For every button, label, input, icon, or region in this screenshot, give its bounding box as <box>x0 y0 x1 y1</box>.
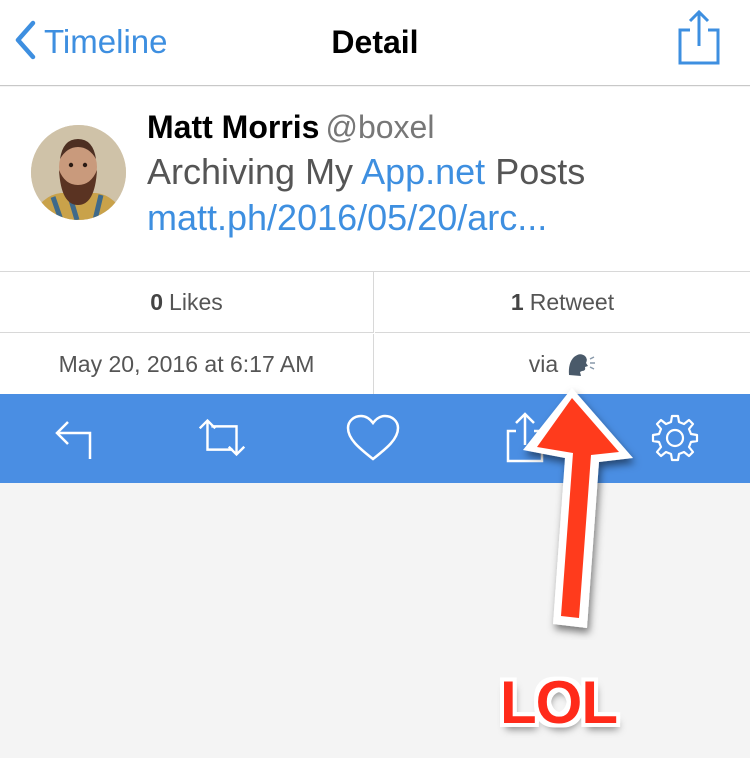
timestamp: May 20, 2016 at 6:17 AM <box>0 334 374 394</box>
likes-cell[interactable]: 0 Likes <box>0 272 374 333</box>
tweet-url-link[interactable]: matt.ph/2016/05/20/arc... <box>147 197 547 239</box>
retweet-icon[interactable] <box>192 410 252 466</box>
appnet-link[interactable]: App.net <box>361 151 485 192</box>
likes-count: 0 <box>150 288 164 315</box>
retweets-count: 1 <box>510 288 524 315</box>
share-icon[interactable] <box>675 8 723 68</box>
retweets-cell[interactable]: 1 Retweet <box>375 272 750 333</box>
navigation-bar: Timeline Detail <box>0 0 750 86</box>
heart-icon[interactable] <box>343 410 403 466</box>
avatar[interactable] <box>31 125 126 220</box>
tweet-text-suffix: Posts <box>485 151 586 192</box>
page-title: Detail <box>331 24 419 60</box>
author-name[interactable]: Matt Morris <box>147 109 319 145</box>
annotation-arrow-icon <box>505 380 645 640</box>
likes-label: Likes <box>169 288 223 315</box>
reply-icon[interactable] <box>44 410 104 466</box>
tweet-text: Archiving My App.net Posts <box>147 151 585 193</box>
gear-icon[interactable] <box>645 410 705 466</box>
author-line: Matt Morris @boxel <box>147 109 434 146</box>
annotation-label: LOL <box>500 669 618 736</box>
tweet-text-prefix: Archiving My <box>147 151 362 192</box>
speaking-head-icon <box>566 351 596 377</box>
via-label: via <box>528 350 559 377</box>
tweet-detail: Matt Morris @boxel Archiving My App.net P… <box>0 87 750 272</box>
author-handle[interactable]: @boxel <box>325 109 434 145</box>
tweet-stats: 0 Likes 1 Retweet May 20, 2016 at 6:17 A… <box>0 272 750 394</box>
retweets-label: Retweet <box>529 288 615 315</box>
